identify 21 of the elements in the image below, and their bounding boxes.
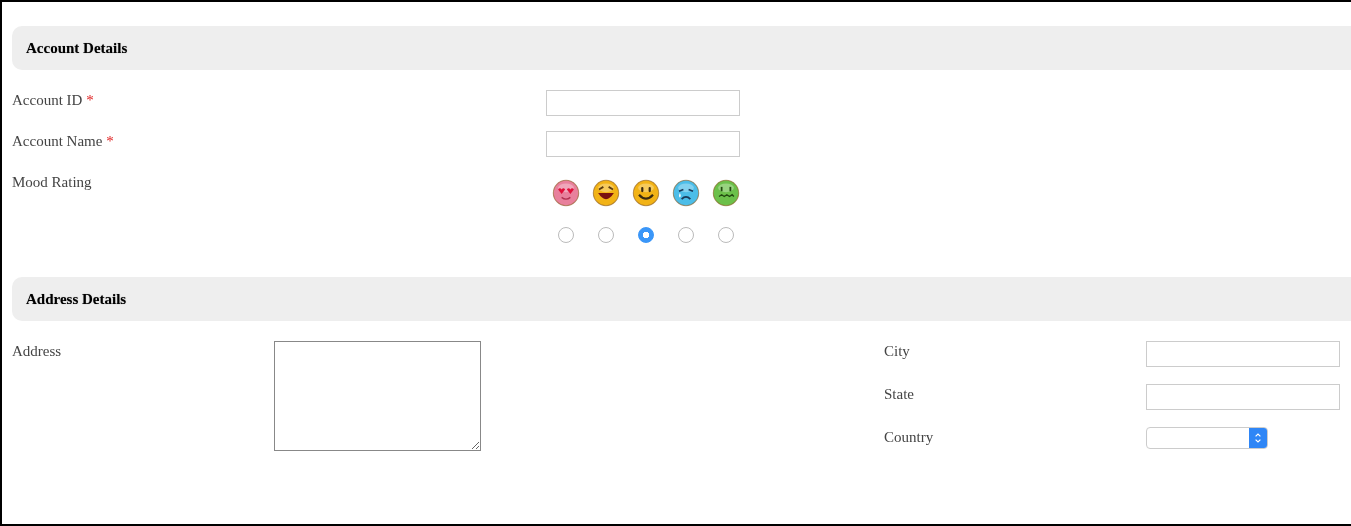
radio-button[interactable] xyxy=(558,227,574,243)
radio-button[interactable] xyxy=(598,227,614,243)
field-label: Account ID * xyxy=(12,91,95,110)
radio-button[interactable] xyxy=(678,227,694,243)
input-field[interactable] xyxy=(1146,384,1340,410)
field-label: Address xyxy=(12,342,63,361)
field-label: Account Name * xyxy=(12,132,115,151)
field-label: Country xyxy=(884,428,935,447)
field-label: Mood Rating xyxy=(12,173,93,192)
dropdown[interactable] xyxy=(1146,427,1268,449)
chevron-up-down-icon xyxy=(1254,432,1262,444)
section-header: Account Details xyxy=(12,26,1351,70)
input-field[interactable] xyxy=(1146,341,1340,367)
section-header: Address Details xyxy=(12,277,1351,321)
address-textarea[interactable] xyxy=(274,341,481,451)
radio-button[interactable] xyxy=(638,227,654,243)
field-label: State xyxy=(884,385,915,404)
field-label: City xyxy=(884,342,911,361)
input-field[interactable] xyxy=(546,90,740,116)
radio-button[interactable] xyxy=(718,227,734,243)
input-field[interactable] xyxy=(546,131,740,157)
